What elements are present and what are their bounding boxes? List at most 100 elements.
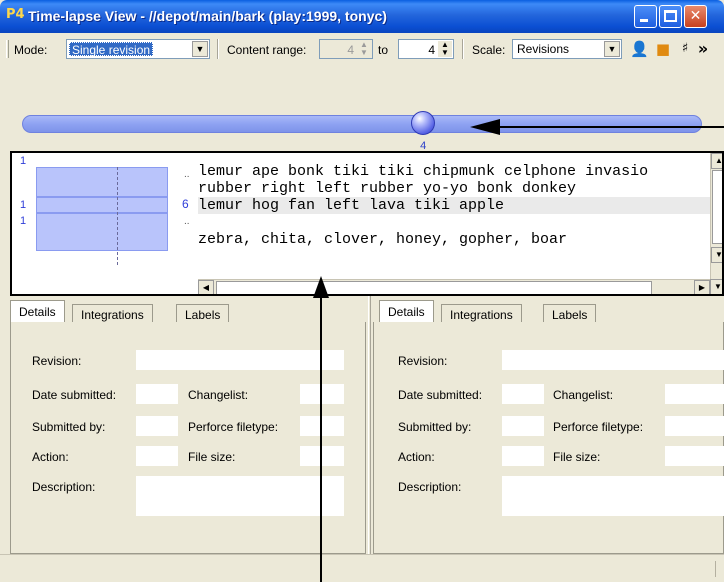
horizontal-scroll-thumb[interactable]: [216, 281, 652, 294]
mode-select[interactable]: Single revision ▼: [66, 39, 210, 59]
callout-arrow-head: [313, 276, 329, 298]
gutter-divider: [117, 167, 118, 265]
toolbar: Mode: Single revision ▼ Content range: 4…: [0, 36, 724, 62]
callout-arrow-line: [320, 280, 322, 582]
mode-select-value: Single revision: [69, 42, 154, 57]
callout-arrow-line: [474, 126, 724, 128]
date-submitted-label: Date submitted:: [32, 388, 117, 402]
description-label: Description:: [398, 480, 462, 494]
details-panels: Details Integrations Labels Revision: Da…: [0, 296, 724, 582]
file-size-field[interactable]: [665, 446, 724, 466]
changelist-field[interactable]: [300, 384, 344, 404]
line-number-icon[interactable]: ♯: [676, 40, 694, 58]
revision-slider-area: 4: [0, 62, 724, 152]
panel-splitter[interactable]: [368, 296, 371, 556]
range-to-stepper[interactable]: 4 ▲ ▼: [398, 39, 454, 59]
revision-block[interactable]: [36, 167, 168, 197]
scroll-left-icon[interactable]: ◀: [198, 280, 214, 294]
range-from-stepper[interactable]: 4 ▲ ▼: [319, 39, 373, 59]
filetype-field[interactable]: [300, 416, 344, 436]
action-label: Action:: [398, 450, 435, 464]
maximize-icon: [664, 10, 677, 22]
content-range-label: Content range:: [227, 43, 307, 57]
file-size-field[interactable]: [300, 446, 344, 466]
tab-integrations[interactable]: Integrations: [72, 304, 153, 324]
submitted-by-field[interactable]: [136, 416, 178, 436]
tab-details[interactable]: Details: [10, 300, 65, 324]
window-title: Time-lapse View - //depot/main/bark (pla…: [28, 8, 387, 24]
date-submitted-field[interactable]: [136, 384, 178, 404]
revision-field[interactable]: [136, 350, 344, 370]
tab-labels[interactable]: Labels: [176, 304, 230, 324]
submitted-by-field[interactable]: [502, 416, 544, 436]
code-line: lemur ape bonk tiki tiki chipmunk celpho…: [198, 163, 649, 180]
gutter-change-marker: 1: [20, 155, 27, 167]
revision-slider-track[interactable]: [22, 115, 702, 133]
range-to-value: 4: [428, 43, 435, 57]
toolbar-separator: [217, 39, 219, 59]
spin-arrows-icon[interactable]: ▲ ▼: [438, 41, 452, 57]
spin-arrows-icon[interactable]: ▲ ▼: [357, 41, 371, 57]
resize-grip-icon[interactable]: [706, 561, 716, 577]
vertical-scroll-thumb[interactable]: [712, 170, 722, 244]
timelapse-window: P4 Time-lapse View - //depot/main/bark (…: [0, 0, 724, 582]
toolbar-grip[interactable]: [6, 40, 9, 58]
submitted-by-label: Submitted by:: [398, 420, 472, 434]
toolbar-overflow-icon[interactable]: »: [694, 40, 712, 58]
revision-block[interactable]: [36, 213, 168, 251]
tab-details[interactable]: Details: [379, 300, 434, 324]
tab-labels[interactable]: Labels: [543, 304, 597, 324]
changelist-label: Changelist:: [553, 388, 614, 402]
left-details-panel: Details Integrations Labels Revision: Da…: [10, 296, 366, 554]
gutter-change-marker: 1: [20, 199, 27, 211]
code-line: lemur hog fan left lava tiki apple: [198, 197, 505, 214]
scroll-right-icon[interactable]: ▶: [694, 280, 710, 294]
scale-label: Scale:: [472, 43, 506, 57]
submitted-by-label: Submitted by:: [32, 420, 106, 434]
scroll-down-icon[interactable]: ▼: [710, 279, 722, 294]
toolbar-separator: [462, 39, 464, 59]
title-bar[interactable]: P4 Time-lapse View - //depot/main/bark (…: [0, 0, 724, 33]
close-icon: ✕: [689, 8, 702, 24]
file-size-label: File size:: [553, 450, 601, 464]
right-details-panel: Details Integrations Labels Revision: Da…: [373, 296, 724, 554]
chevron-down-icon[interactable]: ▼: [604, 41, 620, 57]
chevron-down-icon[interactable]: ▼: [192, 41, 208, 57]
filetype-label: Perforce filetype:: [553, 420, 644, 434]
color-swatch-icon[interactable]: ■: [654, 40, 672, 58]
horizontal-scrollbar[interactable]: ◀ ▶: [198, 279, 710, 294]
description-label: Description:: [32, 480, 96, 494]
description-field[interactable]: [502, 476, 724, 516]
date-submitted-field[interactable]: [502, 384, 544, 404]
date-submitted-label: Date submitted:: [398, 388, 483, 402]
maximize-button[interactable]: [659, 5, 682, 28]
action-field[interactable]: [502, 446, 544, 466]
revision-block[interactable]: [36, 197, 168, 213]
line-number: 6: [182, 197, 189, 211]
perforce-app-icon: P4: [6, 7, 25, 22]
callout-arrow-head: [470, 119, 500, 135]
vertical-scrollbar[interactable]: ▲ ▼: [710, 153, 722, 279]
filetype-label: Perforce filetype:: [188, 420, 279, 434]
range-from-value: 4: [347, 43, 354, 57]
minimize-icon: [640, 19, 648, 22]
minimize-button[interactable]: [634, 5, 657, 28]
user-icon[interactable]: 👤: [630, 40, 649, 58]
close-button[interactable]: ✕: [684, 5, 707, 28]
status-bar: [0, 554, 724, 582]
changelist-field[interactable]: [665, 384, 724, 404]
file-size-label: File size:: [188, 450, 236, 464]
scroll-up-icon[interactable]: ▲: [711, 153, 722, 169]
filetype-field[interactable]: [665, 416, 724, 436]
action-field[interactable]: [136, 446, 178, 466]
action-label: Action:: [32, 450, 69, 464]
scale-select-value: Revisions: [517, 42, 570, 56]
scale-select[interactable]: Revisions ▼: [512, 39, 622, 59]
revision-slider-handle[interactable]: [411, 111, 436, 135]
revision-field[interactable]: [502, 350, 724, 370]
mode-label: Mode:: [14, 43, 48, 57]
tab-integrations[interactable]: Integrations: [441, 304, 522, 324]
scroll-down-icon[interactable]: ▼: [711, 247, 722, 263]
content-pane: 1 1 1 .. 6 .. lemur ape bonk tiki tiki c…: [10, 151, 724, 296]
description-field[interactable]: [136, 476, 344, 516]
